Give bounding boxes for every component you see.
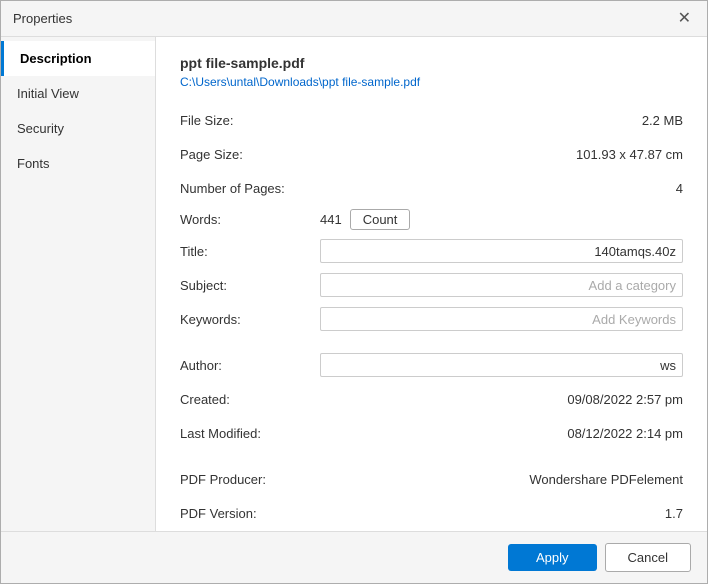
last-modified-value: 08/12/2022 2:14 pm: [320, 426, 683, 441]
file-name: ppt file-sample.pdf: [180, 55, 683, 71]
subject-row: Subject:: [180, 272, 683, 298]
author-input[interactable]: [320, 353, 683, 377]
keywords-row: Keywords:: [180, 306, 683, 332]
num-pages-label: Number of Pages:: [180, 181, 320, 196]
author-label: Author:: [180, 358, 320, 373]
last-modified-row: Last Modified: 08/12/2022 2:14 pm: [180, 420, 683, 446]
dialog-footer: Apply Cancel: [1, 531, 707, 583]
num-pages-row: Number of Pages: 4: [180, 175, 683, 201]
created-label: Created:: [180, 392, 320, 407]
dialog-title: Properties: [13, 11, 72, 26]
sidebar: Description Initial View Security Fonts: [1, 37, 156, 531]
title-input[interactable]: [320, 239, 683, 263]
pdf-producer-label: PDF Producer:: [180, 472, 320, 487]
keywords-input[interactable]: [320, 307, 683, 331]
last-modified-label: Last Modified:: [180, 426, 320, 441]
words-label: Words:: [180, 212, 320, 227]
close-button[interactable]: ✕: [674, 9, 695, 29]
file-size-value: 2.2 MB: [320, 113, 683, 128]
created-row: Created: 09/08/2022 2:57 pm: [180, 386, 683, 412]
sidebar-item-fonts[interactable]: Fonts: [1, 146, 155, 181]
file-size-label: File Size:: [180, 113, 320, 128]
page-size-value: 101.93 x 47.87 cm: [320, 147, 683, 162]
title-label: Title:: [180, 244, 320, 259]
pdf-producer-row: PDF Producer: Wondershare PDFelement: [180, 466, 683, 492]
created-value: 09/08/2022 2:57 pm: [320, 392, 683, 407]
keywords-label: Keywords:: [180, 312, 320, 327]
file-path[interactable]: C:\Users\untal\Downloads\ppt file-sample…: [180, 75, 683, 89]
page-size-row: Page Size: 101.93 x 47.87 cm: [180, 141, 683, 167]
author-row: Author:: [180, 352, 683, 378]
sidebar-item-initial-view[interactable]: Initial View: [1, 76, 155, 111]
title-bar: Properties ✕: [1, 1, 707, 37]
title-row: Title:: [180, 238, 683, 264]
file-size-row: File Size: 2.2 MB: [180, 107, 683, 133]
sidebar-item-description[interactable]: Description: [1, 41, 155, 76]
pdf-producer-value: Wondershare PDFelement: [320, 472, 683, 487]
words-row: Words: 441 Count: [180, 209, 683, 230]
subject-input[interactable]: [320, 273, 683, 297]
pdf-version-value: 1.7: [320, 506, 683, 521]
pdf-version-label: PDF Version:: [180, 506, 320, 521]
sidebar-item-security[interactable]: Security: [1, 111, 155, 146]
subject-label: Subject:: [180, 278, 320, 293]
cancel-button[interactable]: Cancel: [605, 543, 691, 572]
count-button[interactable]: Count: [350, 209, 411, 230]
dialog-body: Description Initial View Security Fonts …: [1, 37, 707, 531]
pdf-version-row: PDF Version: 1.7: [180, 500, 683, 526]
page-size-label: Page Size:: [180, 147, 320, 162]
num-pages-value: 4: [320, 181, 683, 196]
apply-button[interactable]: Apply: [508, 544, 597, 571]
properties-dialog: Properties ✕ Description Initial View Se…: [0, 0, 708, 584]
words-value: 441: [320, 212, 342, 227]
content-area: ppt file-sample.pdf C:\Users\untal\Downl…: [156, 37, 707, 531]
